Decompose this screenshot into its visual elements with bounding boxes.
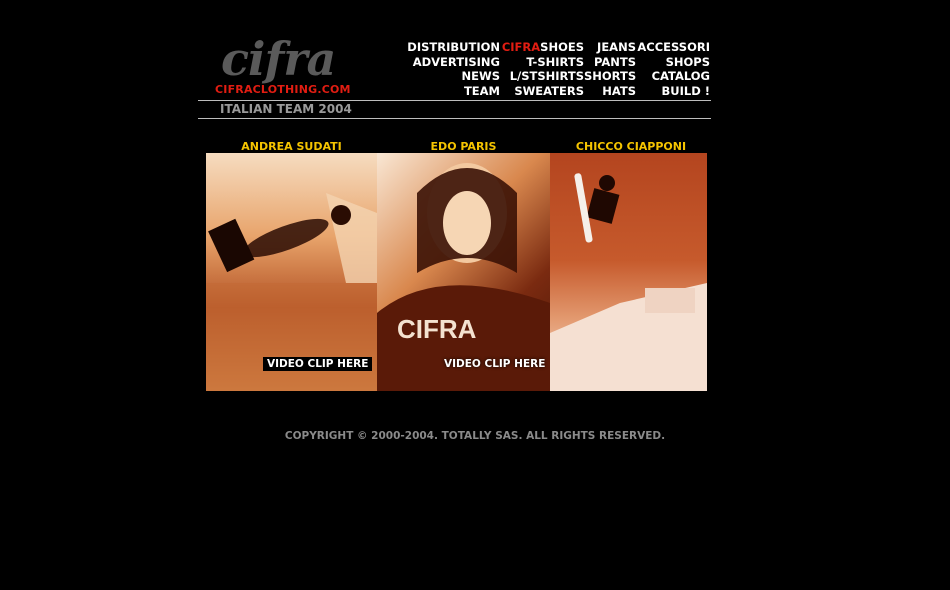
logo-wordmark: cifra (221, 32, 336, 86)
logo-url: CIFRACLOTHING.COM (215, 83, 351, 96)
nav-link-shops[interactable]: SHOPS (636, 55, 710, 70)
rider-photo-skate[interactable]: VIDEO CLIP HERE (206, 153, 377, 391)
nav-link-cifra-shoes[interactable]: CIFRASHOES (500, 40, 584, 55)
portrait-silhouette-icon: CIFRA (377, 163, 550, 391)
nav-label-shoes: SHOES (540, 40, 584, 54)
header-divider-bottom (198, 118, 711, 119)
site-logo[interactable]: cifra CIFRACLOTHING.COM (215, 32, 351, 100)
nav-link-build[interactable]: BUILD ! (636, 84, 710, 99)
rider-photo-snowboard[interactable] (550, 153, 707, 391)
skater-silhouette-icon (206, 193, 377, 391)
svg-text:CIFRA: CIFRA (397, 314, 477, 344)
nav-column-apparel: CIFRASHOES T-SHIRTS L/STSHIRTS SWEATERS (500, 40, 584, 98)
nav-brand-cifra: CIFRA (501, 40, 541, 54)
nav-link-sweaters[interactable]: SWEATERS (500, 84, 584, 99)
nav-link-news[interactable]: NEWS (402, 69, 500, 84)
rider-name-1: ANDREA SUDATI (241, 140, 342, 153)
video-clip-link-1[interactable]: VIDEO CLIP HERE (263, 357, 373, 371)
nav-link-t-shirts[interactable]: T-SHIRTS (500, 55, 584, 70)
nav-link-distribution[interactable]: DISTRIBUTION (402, 40, 500, 55)
snowboarder-silhouette-icon (550, 173, 707, 391)
header-divider-top (198, 100, 711, 101)
nav-link-jeans[interactable]: JEANS (584, 40, 636, 55)
nav-link-lst-shirts[interactable]: L/STSHIRTS (500, 69, 584, 84)
page-title: ITALIAN TEAM 2004 (220, 102, 352, 116)
nav-link-team[interactable]: TEAM (402, 84, 500, 99)
nav-link-accessori[interactable]: ACCESSORI (636, 40, 710, 55)
nav-link-shorts[interactable]: SHORTS (584, 69, 636, 84)
nav-column-bottoms: JEANS PANTS SHORTS HATS (584, 40, 636, 98)
rider-name-2: EDO PARIS (430, 140, 497, 153)
nav-column-company: DISTRIBUTION ADVERTISING NEWS TEAM (402, 40, 500, 98)
nav-link-advertising[interactable]: ADVERTISING (402, 55, 500, 70)
rider-photo-portrait[interactable]: CIFRA VIDEO CLIP HERE (377, 153, 550, 391)
nav-link-catalog[interactable]: CATALOG (636, 69, 710, 84)
rider-name-3: CHICCO CIAPPONI (575, 140, 687, 153)
video-clip-link-2[interactable]: VIDEO CLIP HERE (440, 357, 549, 371)
copyright-notice: COPYRIGHT © 2000-2004. TOTALLY SAS. ALL … (284, 430, 666, 442)
nav-link-hats[interactable]: HATS (584, 84, 636, 99)
nav-link-pants[interactable]: PANTS (584, 55, 636, 70)
nav-column-more: ACCESSORI SHOPS CATALOG BUILD ! (636, 40, 710, 98)
